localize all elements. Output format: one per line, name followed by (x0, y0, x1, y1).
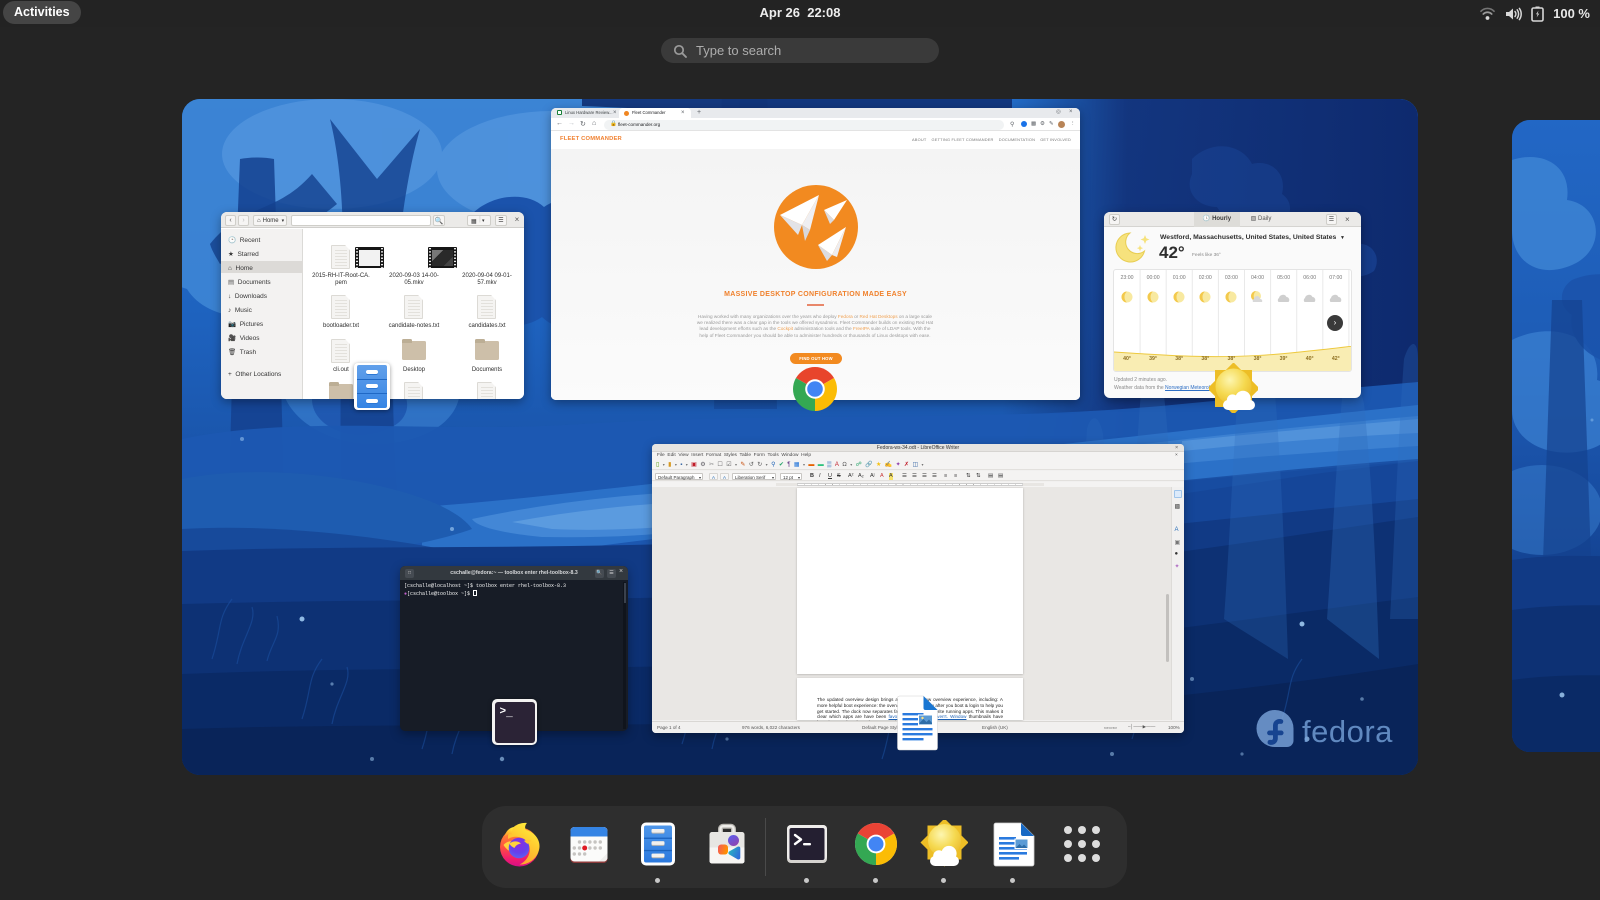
svg-text:fedora: fedora (1302, 714, 1393, 749)
